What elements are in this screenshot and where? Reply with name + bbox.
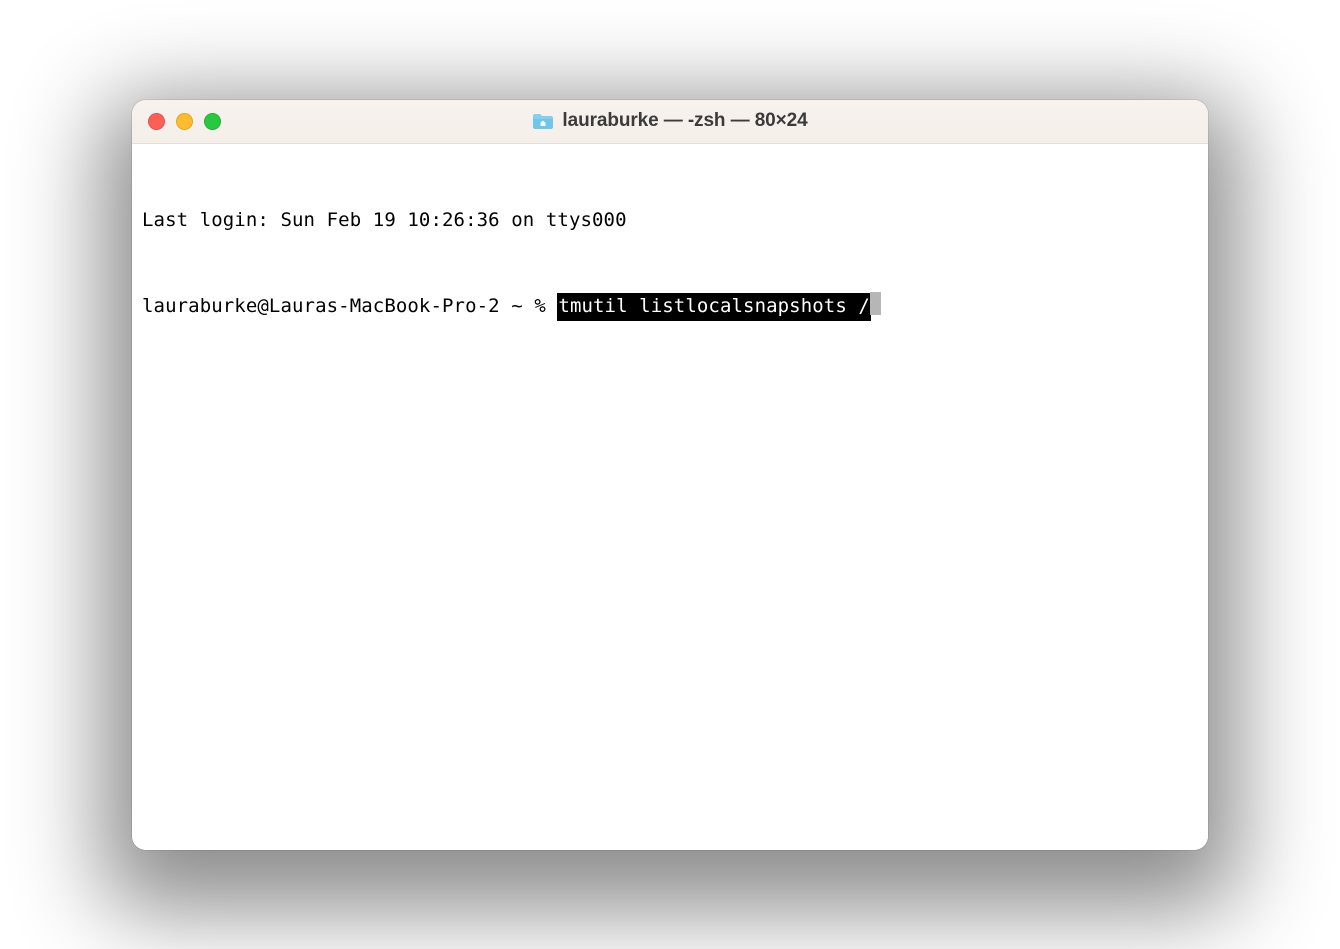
- minimize-button[interactable]: [176, 113, 193, 130]
- window-title: lauraburke — -zsh — 80×24: [562, 110, 807, 132]
- shell-prompt: lauraburke@Lauras-MacBook-Pro-2 ~ %: [142, 293, 557, 321]
- maximize-button[interactable]: [204, 113, 221, 130]
- close-button[interactable]: [148, 113, 165, 130]
- last-login-line: Last login: Sun Feb 19 10:26:36 on ttys0…: [142, 207, 1198, 235]
- terminal-body[interactable]: Last login: Sun Feb 19 10:26:36 on ttys0…: [132, 144, 1208, 850]
- titlebar[interactable]: lauraburke — -zsh — 80×24: [132, 100, 1208, 144]
- window-title-container: lauraburke — -zsh — 80×24: [148, 110, 1192, 132]
- prompt-line: lauraburke@Lauras-MacBook-Pro-2 ~ % tmut…: [142, 289, 1198, 321]
- home-folder-icon: [532, 112, 554, 130]
- terminal-cursor: [870, 292, 881, 315]
- command-input[interactable]: tmutil listlocalsnapshots /: [557, 293, 871, 321]
- traffic-lights: [148, 113, 221, 130]
- terminal-window: lauraburke — -zsh — 80×24 Last login: Su…: [132, 100, 1208, 850]
